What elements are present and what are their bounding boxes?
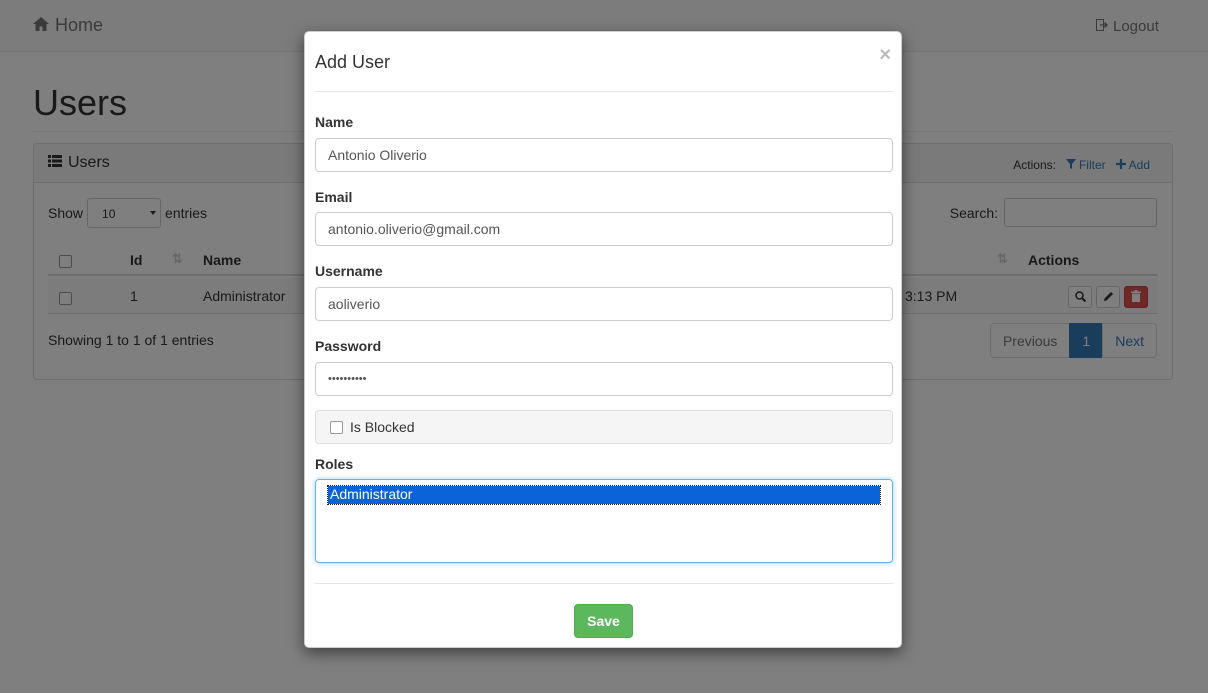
modal-header-divider	[315, 91, 893, 92]
save-button[interactable]: Save	[574, 604, 633, 638]
roles-select[interactable]: Administrator	[315, 479, 893, 563]
is-blocked-row: Is Blocked	[315, 410, 893, 444]
is-blocked-label[interactable]: Is Blocked	[350, 419, 415, 435]
name-label: Name	[315, 114, 354, 130]
role-option-administrator[interactable]: Administrator	[327, 485, 881, 505]
username-label: Username	[315, 263, 383, 279]
password-label: Password	[315, 338, 382, 354]
modal-title: Add User	[315, 52, 391, 72]
username-field[interactable]: aoliverio	[315, 287, 893, 321]
password-field[interactable]: ••••••••••	[315, 362, 893, 396]
roles-label: Roles	[315, 456, 354, 472]
modal-footer-divider	[315, 583, 893, 584]
email-field[interactable]: antonio.oliverio@gmail.com	[315, 212, 893, 246]
close-icon[interactable]: ×	[879, 45, 891, 65]
add-user-modal: Add User × Name Antonio Oliverio Email a…	[304, 31, 902, 648]
name-field[interactable]: Antonio Oliverio	[315, 138, 893, 172]
is-blocked-checkbox[interactable]	[330, 420, 343, 434]
email-label: Email	[315, 189, 353, 205]
